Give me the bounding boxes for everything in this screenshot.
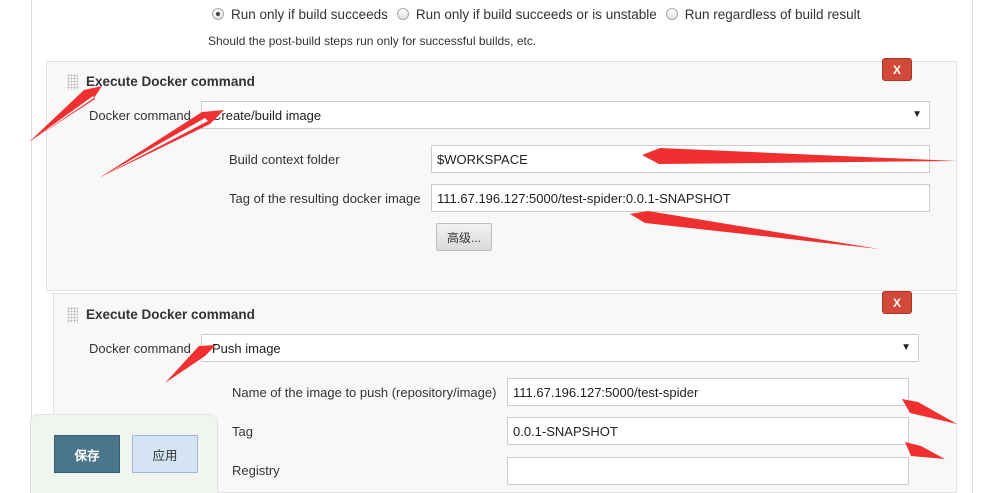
image-tag-label: Tag of the resulting docker image bbox=[229, 191, 421, 206]
radio-icon[interactable] bbox=[665, 8, 678, 20]
save-button[interactable]: 保存 bbox=[54, 435, 120, 473]
build-context-label: Build context folder bbox=[229, 152, 340, 167]
step-title: Execute Docker command bbox=[86, 74, 255, 89]
radio-label: Run only if build succeeds or is unstabl… bbox=[415, 6, 657, 22]
radio-icon[interactable] bbox=[212, 8, 224, 20]
image-name-field[interactable]: 111.67.196.127:5000/test-spider bbox=[507, 378, 909, 406]
tag-field[interactable]: 0.0.1-SNAPSHOT bbox=[507, 417, 909, 445]
docker-command-label: Docker command bbox=[89, 341, 191, 356]
radio-option-succeeds[interactable]: Run only if build succeeds bbox=[212, 7, 388, 22]
image-tag-field[interactable]: 111.67.196.127:5000/test-spider:0.0.1-SN… bbox=[431, 184, 930, 212]
radio-label: Run regardless of build result bbox=[684, 6, 861, 22]
image-name-label: Name of the image to push (repository/im… bbox=[232, 385, 497, 400]
build-condition-group: Run only if build succeeds Run only if b… bbox=[212, 5, 869, 23]
condition-hint: Should the post-build steps run only for… bbox=[208, 34, 537, 48]
select-value: Push image bbox=[212, 340, 281, 356]
registry-label: Registry bbox=[232, 463, 280, 478]
advanced-button[interactable]: 高级... bbox=[436, 223, 492, 251]
radio-option-unstable[interactable]: Run only if build succeeds or is unstabl… bbox=[396, 6, 657, 22]
delete-step-button[interactable]: X bbox=[882, 58, 912, 81]
grip-icon[interactable] bbox=[67, 74, 78, 90]
select-value: Create/build image bbox=[212, 107, 322, 123]
tag-label: Tag bbox=[232, 424, 253, 439]
step-title: Execute Docker command bbox=[86, 307, 255, 322]
radio-icon[interactable] bbox=[396, 8, 409, 20]
docker-command-label: Docker command bbox=[89, 108, 191, 123]
build-step-create-image bbox=[46, 61, 957, 291]
docker-command-select[interactable]: Create/build image ▼ bbox=[201, 101, 930, 129]
delete-step-button[interactable]: X bbox=[882, 291, 912, 314]
registry-field[interactable] bbox=[507, 457, 909, 485]
radio-option-regardless[interactable]: Run regardless of build result bbox=[665, 6, 861, 22]
caret-down-icon: ▼ bbox=[901, 342, 911, 353]
docker-command-select[interactable]: Push image ▼ bbox=[201, 334, 919, 362]
caret-down-icon: ▼ bbox=[912, 109, 922, 120]
build-context-field[interactable]: $WORKSPACE bbox=[431, 145, 930, 173]
radio-label: Run only if build succeeds bbox=[231, 6, 388, 22]
apply-button[interactable]: 应用 bbox=[132, 435, 198, 473]
grip-icon[interactable] bbox=[67, 307, 78, 323]
